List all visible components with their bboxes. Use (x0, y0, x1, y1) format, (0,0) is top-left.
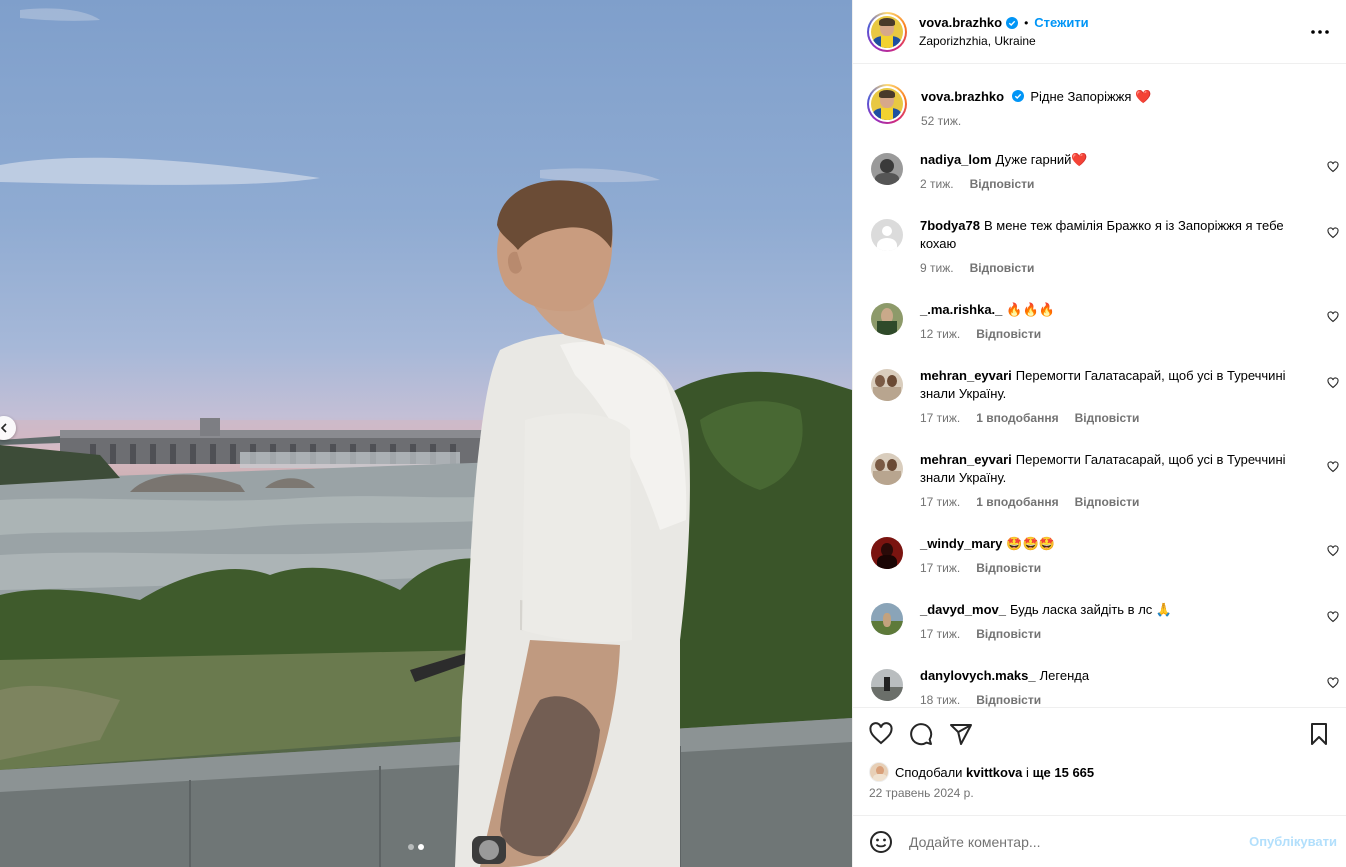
comment-item: _windy_mary 🤩🤩🤩 17 тиж. Відповісти (853, 535, 1346, 601)
chevron-left-icon (0, 423, 7, 433)
comment-time[interactable]: 17 тиж. (920, 409, 960, 427)
commenter-avatar[interactable] (871, 537, 903, 569)
comment-text: 🔥🔥🔥 (1006, 302, 1055, 317)
commenter-username[interactable]: _davyd_mov_ (920, 602, 1006, 617)
comment-time[interactable]: 12 тиж. (920, 325, 960, 343)
comment-like-heart-icon[interactable] (1327, 377, 1339, 389)
author-avatar[interactable] (867, 11, 907, 52)
comment-item: _davyd_mov_ Будь ласка зайдіть в лс 🙏 17 … (853, 601, 1346, 667)
commenter-avatar[interactable] (871, 603, 903, 635)
carousel-dot (408, 844, 414, 850)
commenter-username[interactable]: _.ma.rishka._ (920, 302, 1002, 317)
commenter-username[interactable]: danylovych.maks_ (920, 668, 1036, 683)
caption-text: Рідне Запоріжжя (1030, 89, 1132, 104)
reply-button[interactable]: Відповісти (970, 175, 1035, 193)
reply-button[interactable]: Відповісти (976, 325, 1041, 343)
comment-text: 🤩🤩🤩 (1006, 536, 1055, 551)
comment-item: danylovych.maks_ Легенда 18 тиж. Відповіс… (853, 667, 1346, 707)
comment-item: nadiya_lom Дуже гарний❤️ 2 тиж. Відповіст… (853, 151, 1346, 217)
commenter-username[interactable]: nadiya_lom (920, 152, 992, 167)
comment-like-heart-icon[interactable] (1327, 161, 1339, 173)
reply-button[interactable]: Відповісти (1075, 409, 1140, 427)
follow-button[interactable]: Стежити (1034, 15, 1088, 30)
comment-time[interactable]: 18 тиж. (920, 691, 960, 707)
commenter-avatar[interactable] (871, 153, 903, 185)
bookmark-icon[interactable] (1307, 722, 1331, 746)
comment-input[interactable] (909, 833, 1229, 850)
comment-time[interactable]: 17 тиж. (920, 625, 960, 643)
commenter-username[interactable]: mehran_eyvari (920, 452, 1012, 467)
comment-text: Дуже гарний❤️ (995, 152, 1088, 167)
comment-item: 7bodya78 В мене теж фамілія Бражко я із З… (853, 217, 1346, 301)
emoji-icon[interactable] (869, 830, 893, 854)
liker-avatar[interactable] (869, 762, 889, 782)
reply-button[interactable]: Відповісти (976, 625, 1041, 643)
comment-likes-count[interactable]: 1 вподобання (976, 493, 1058, 511)
post-side-panel: vova.brazhko • Стежити Zaporizhzhia, Ukr… (852, 0, 1346, 867)
commenter-username[interactable]: _windy_mary (920, 536, 1002, 551)
commenter-avatar[interactable] (871, 303, 903, 335)
post-caption: vova.brazhko Рідне Запоріжжя ❤️ 52 тиж. (853, 65, 1346, 151)
comment-like-heart-icon[interactable] (1327, 677, 1339, 689)
likes-conjunction: і (1026, 764, 1029, 780)
comment-likes-count[interactable]: 1 вподобання (976, 409, 1058, 427)
caption-time[interactable]: 52 тиж. (921, 112, 1151, 130)
caption-username[interactable]: vova.brazhko (921, 89, 1004, 104)
reply-button[interactable]: Відповісти (976, 559, 1041, 577)
post-location[interactable]: Zaporizhzhia, Ukraine (919, 34, 1089, 48)
post-header: vova.brazhko • Стежити Zaporizhzhia, Ukr… (853, 0, 1346, 64)
share-icon[interactable] (949, 722, 973, 746)
commenter-avatar[interactable] (871, 669, 903, 701)
comment-like-heart-icon[interactable] (1327, 311, 1339, 323)
likes-count[interactable]: ще 15 665 (1033, 765, 1095, 780)
more-options-icon (1311, 30, 1329, 34)
carousel-dot-active (418, 844, 424, 850)
reply-button[interactable]: Відповісти (970, 259, 1035, 277)
comment-time[interactable]: 9 тиж. (920, 259, 954, 277)
add-comment-bar: Опублікувати (853, 815, 1346, 867)
commenter-username[interactable]: 7bodya78 (920, 218, 980, 233)
verified-badge-icon (1006, 16, 1019, 29)
author-username[interactable]: vova.brazhko (919, 15, 1002, 30)
comment-like-heart-icon[interactable] (1327, 545, 1339, 557)
header-separator: • (1024, 15, 1029, 30)
commenter-avatar[interactable] (871, 219, 903, 251)
comment-item: mehran_eyvari Перемогти Галатасарай, щоб … (853, 451, 1346, 535)
comment-time[interactable]: 2 тиж. (920, 175, 954, 193)
comment-item: _.ma.rishka._ 🔥🔥🔥 12 тиж. Відповісти (853, 301, 1346, 367)
heart-icon[interactable] (869, 722, 893, 746)
photo-scene (0, 8, 852, 867)
comment-like-heart-icon[interactable] (1327, 227, 1339, 239)
reply-button[interactable]: Відповісти (1075, 493, 1140, 511)
liker-username[interactable]: kvittkova (966, 765, 1022, 780)
likes-summary: Сподобали kvittkova і ще 15 665 (869, 762, 1094, 782)
comments-list[interactable]: vova.brazhko Рідне Запоріжжя ❤️ 52 тиж. … (853, 65, 1346, 707)
comment-text: Легенда (1039, 668, 1090, 683)
verified-badge-icon (1011, 90, 1024, 102)
caption-avatar[interactable] (867, 84, 907, 124)
carousel-indicator (408, 844, 424, 850)
comment-time[interactable]: 17 тиж. (920, 493, 960, 511)
comment-icon[interactable] (909, 722, 933, 746)
comment-time[interactable]: 17 тиж. (920, 559, 960, 577)
publish-button[interactable]: Опублікувати (1249, 834, 1337, 849)
likes-prefix: Сподобали (895, 764, 963, 780)
caption-emoji: ❤️ (1135, 89, 1152, 104)
comment-like-heart-icon[interactable] (1327, 611, 1339, 623)
commenter-username[interactable]: mehran_eyvari (920, 368, 1012, 383)
post-photo (0, 0, 852, 867)
commenter-avatar[interactable] (871, 453, 903, 485)
comment-like-heart-icon[interactable] (1327, 461, 1339, 473)
more-options-button[interactable] (1308, 20, 1332, 44)
comment-item: mehran_eyvari Перемогти Галатасарай, щоб … (853, 367, 1346, 451)
post-date[interactable]: 22 травень 2024 р. (869, 786, 974, 800)
comment-text: Будь ласка зайдіть в лс 🙏 (1010, 602, 1173, 617)
commenter-avatar[interactable] (871, 369, 903, 401)
post-actions: Сподобали kvittkova і ще 15 665 22 траве… (853, 707, 1346, 815)
reply-button[interactable]: Відповісти (976, 691, 1041, 707)
